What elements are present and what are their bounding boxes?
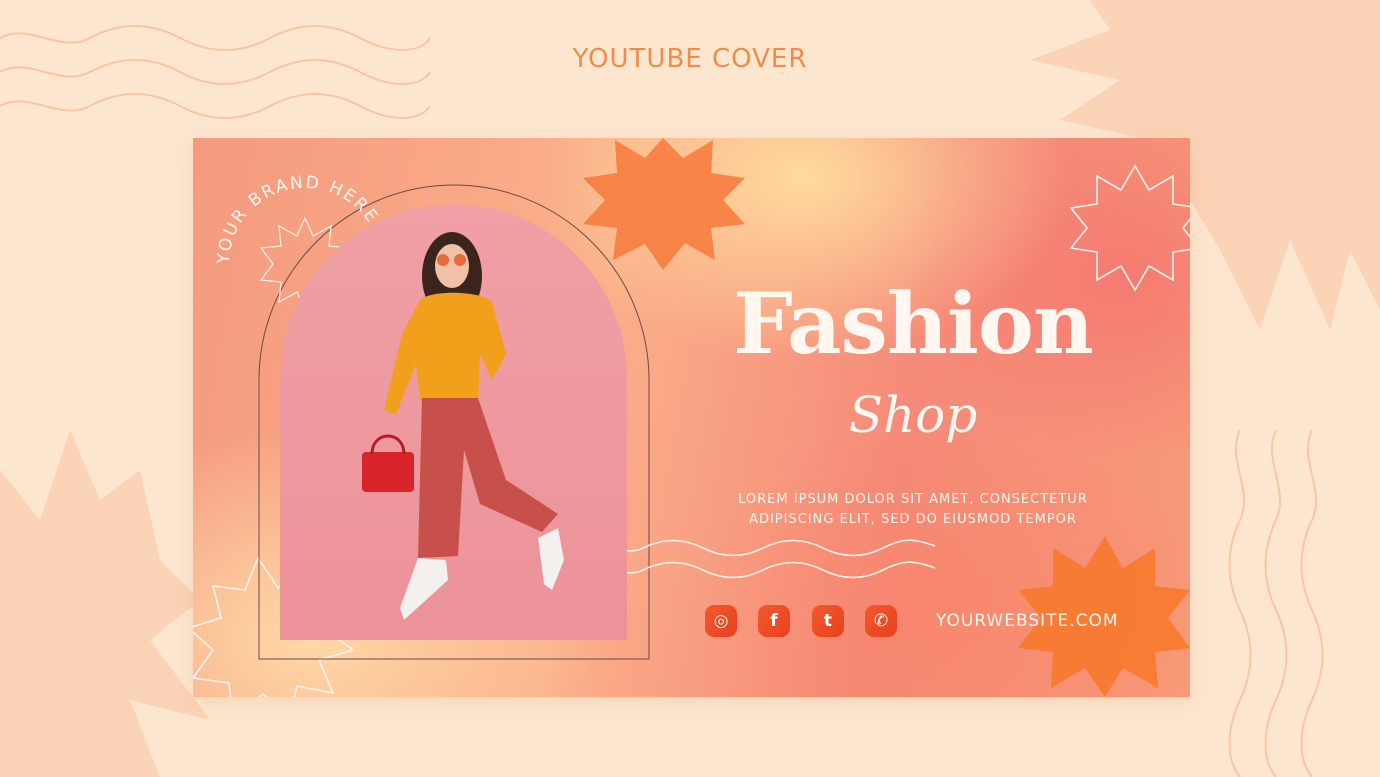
model-photo — [280, 204, 627, 640]
youtube-cover: YOUR BRAND HERE | YOUR BRAND | Fashion — [193, 138, 1190, 697]
cover-description: LOREM IPSUM DOLOR SIT AMET, CONSECTETUR … — [693, 490, 1133, 530]
description-line: ADIPISCING ELIT, SED DO EIUSMOD TEMPOR — [749, 512, 1077, 527]
description-line: LOREM IPSUM DOLOR SIT AMET, CONSECTETUR — [738, 492, 1088, 507]
wave-line — [582, 539, 936, 557]
burst-outline-top-right — [1069, 164, 1190, 292]
cover-title: Fashion — [733, 274, 1094, 373]
facebook-icon[interactable]: f — [758, 605, 790, 637]
model-illustration — [362, 232, 564, 620]
twitter-icon[interactable]: t — [812, 605, 844, 637]
instagram-icon[interactable]: ◎ — [705, 605, 737, 637]
website-link[interactable]: YOURWEBSITE.COM — [936, 611, 1119, 631]
page-heading: YOUTUBE COVER — [572, 44, 808, 74]
whatsapp-icon[interactable]: ✆ — [865, 605, 897, 637]
cover-subtitle: Shop — [848, 386, 978, 444]
wave-line — [582, 561, 936, 579]
